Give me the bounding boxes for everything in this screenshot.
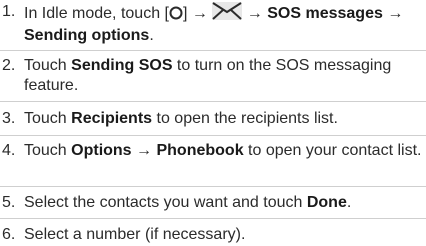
step-text: Select a number (if necessary). xyxy=(24,226,246,243)
divider xyxy=(0,50,426,51)
instruction-list: 1. In Idle mode, touch [] → → SOS messag… xyxy=(0,0,426,246)
step-number: 5. xyxy=(2,194,16,211)
divider xyxy=(0,218,426,219)
step-5: 5. Select the contacts you want and touc… xyxy=(0,193,426,213)
options-label: Options xyxy=(71,142,132,159)
step-text: Touch Options → Phonebook to open your c… xyxy=(24,142,422,159)
step-number: 1. xyxy=(2,3,16,20)
phonebook-label: Phonebook xyxy=(156,142,244,159)
messages-icon xyxy=(212,2,243,26)
step-text: Select the contacts you want and touch D… xyxy=(24,194,352,211)
divider xyxy=(0,101,426,102)
divider xyxy=(0,135,426,136)
home-key-icon xyxy=(169,6,183,26)
step-text: In Idle mode, touch [] → → SOS messages … xyxy=(24,2,422,46)
step-number: 3. xyxy=(2,110,16,127)
done-label: Done xyxy=(306,194,347,211)
sos-messages-label: SOS messages xyxy=(267,5,383,22)
step-1: 1. In Idle mode, touch [] → → SOS messag… xyxy=(0,2,426,44)
step-6: 6. Select a number (if necessary). xyxy=(0,225,426,245)
step-4: 4. Touch Options → Phonebook to open you… xyxy=(0,141,426,181)
divider xyxy=(0,186,426,187)
step-number: 2. xyxy=(2,57,16,74)
step-text: Touch Sending SOS to turn on the SOS mes… xyxy=(24,57,392,94)
step-text: Touch Recipients to open the recipients … xyxy=(24,110,338,127)
step-number: 4. xyxy=(2,142,16,159)
step-2: 2. Touch Sending SOS to turn on the SOS … xyxy=(0,56,426,96)
step-number: 6. xyxy=(2,226,16,243)
sending-sos-label: Sending SOS xyxy=(71,57,173,74)
recipients-label: Recipients xyxy=(71,110,153,127)
sending-options-label: Sending options xyxy=(24,27,150,44)
step-3: 3. Touch Recipients to open the recipien… xyxy=(0,109,426,129)
